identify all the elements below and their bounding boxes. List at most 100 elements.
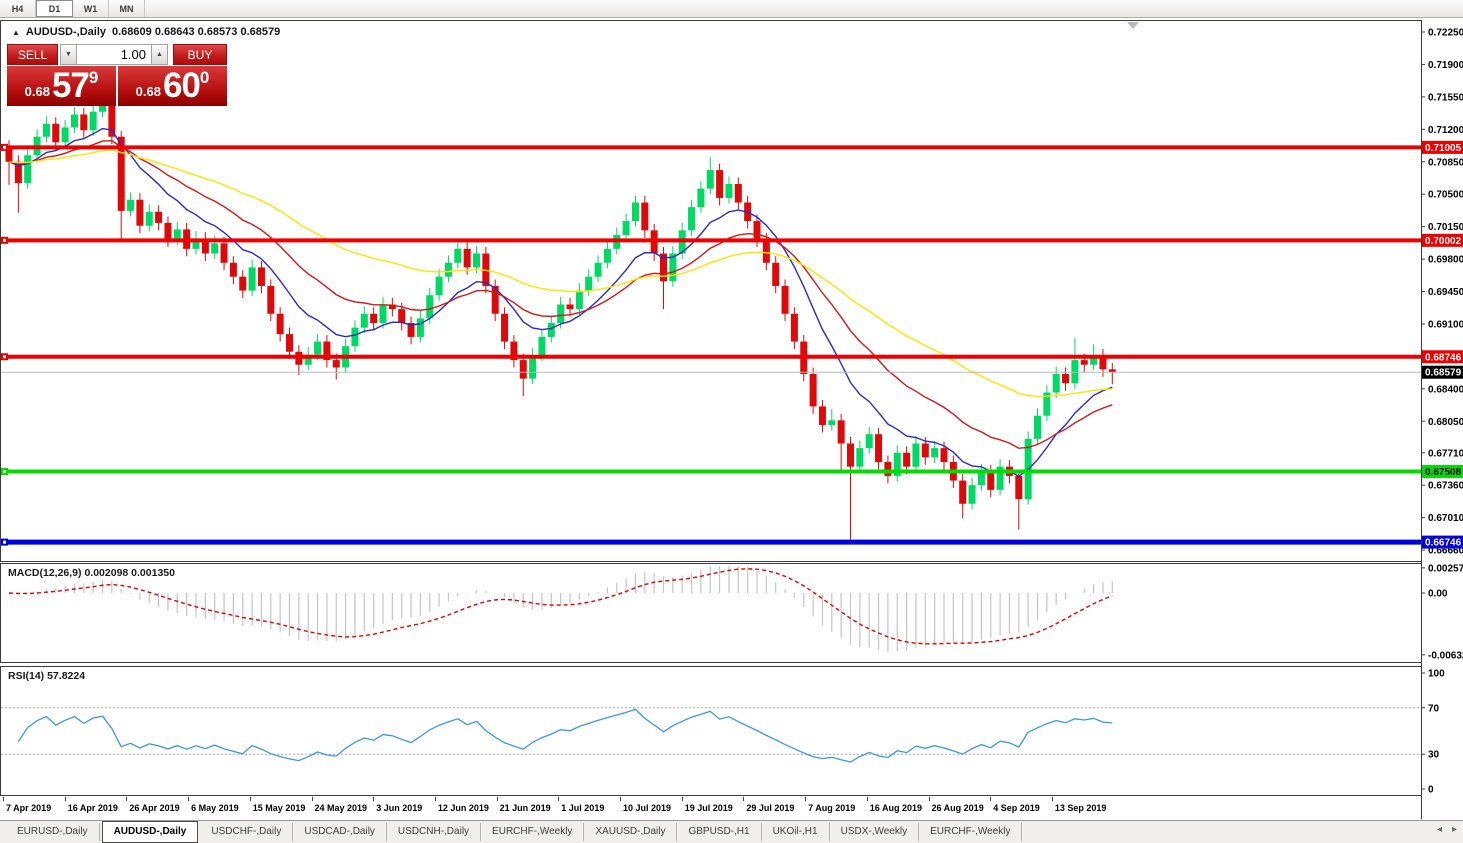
date-tick xyxy=(928,797,930,801)
candlestick-series xyxy=(5,98,1116,540)
date-tick xyxy=(64,797,66,801)
ohlc-quotes: 0.68609 0.68643 0.68573 0.68579 xyxy=(112,26,281,38)
tab-scroll-nav: ◂ ▸ xyxy=(1437,824,1457,835)
volume-input[interactable] xyxy=(77,44,151,65)
date-label: 3 Jun 2019 xyxy=(376,803,423,813)
scale-label: 0 xyxy=(1428,785,1434,796)
scale-label: 0.71550 xyxy=(1428,92,1463,103)
date-label: 7 Aug 2019 xyxy=(808,803,856,813)
tab-eurchf-weekly[interactable]: EURCHF-,Weekly xyxy=(919,823,1023,841)
scale-label: 0.69100 xyxy=(1428,319,1463,330)
scale-label: 0.69450 xyxy=(1428,287,1463,298)
buy-button[interactable]: BUY xyxy=(173,44,227,65)
scale-label: -0.006326 xyxy=(1428,650,1463,661)
date-tick xyxy=(434,797,436,801)
scale-label: 0.68400 xyxy=(1428,384,1463,395)
sell-price-display[interactable]: 0.68 57 9 xyxy=(7,66,116,106)
date-label: 6 May 2019 xyxy=(191,803,239,813)
date-label: 7 Apr 2019 xyxy=(6,803,52,813)
date-tick xyxy=(866,797,868,801)
svg-text:0.67508: 0.67508 xyxy=(1425,467,1462,478)
tab-xauusd-daily[interactable]: XAUUSD-,Daily xyxy=(584,823,678,841)
date-label: 26 Apr 2019 xyxy=(129,803,180,813)
buy-price-display[interactable]: 0.68 60 0 xyxy=(118,66,227,106)
one-click-trade-widget: SELL ▼ ▲ BUY 0.68 57 9 0.68 60 0 xyxy=(7,44,227,106)
svg-text:0.68746: 0.68746 xyxy=(1425,352,1462,363)
ma-line-21 xyxy=(8,139,1113,449)
buy-price-pips: 60 xyxy=(162,66,201,105)
date-tick xyxy=(743,797,745,801)
scale-label: 70 xyxy=(1428,703,1440,714)
volume-increase-button[interactable]: ▲ xyxy=(151,44,168,65)
svg-text:0.66746: 0.66746 xyxy=(1425,538,1462,549)
tab-usdcnh-daily[interactable]: USDCNH-,Daily xyxy=(387,823,482,841)
date-label: 13 Sep 2019 xyxy=(1054,803,1107,813)
tab-eurchf-weekly[interactable]: EURCHF-,Weekly xyxy=(481,823,585,841)
date-label: 16 Aug 2019 xyxy=(869,803,922,813)
date-tick xyxy=(249,797,251,801)
tab-usdchf-daily[interactable]: USDCHF-,Daily xyxy=(200,823,294,841)
date-tick xyxy=(373,797,375,801)
macd-name: MACD(12,26,9) xyxy=(8,567,82,579)
sell-price-pips: 57 xyxy=(51,66,90,105)
date-tick xyxy=(126,797,128,801)
tab-scroll-left-icon[interactable]: ◂ xyxy=(1437,824,1442,835)
scale-label: 0.67360 xyxy=(1428,481,1463,492)
macd-values: 0.002098 0.001350 xyxy=(84,567,175,579)
date-label: 26 Aug 2019 xyxy=(931,803,984,813)
symbol-title: AUDUSD-,Daily xyxy=(25,26,106,38)
date-tick xyxy=(805,797,807,801)
date-label: 29 Jul 2019 xyxy=(746,803,795,813)
rsi-label: RSI(14) 57.8224 xyxy=(8,670,85,682)
scale-label: 0.70150 xyxy=(1428,222,1463,233)
date-tick xyxy=(496,797,498,801)
scale-label: 0.68050 xyxy=(1428,417,1463,428)
tab-eurusd-daily[interactable]: EURUSD-,Daily xyxy=(6,823,100,841)
date-tick xyxy=(558,797,560,801)
scale-label: 0.71900 xyxy=(1428,60,1463,71)
date-label: 15 May 2019 xyxy=(252,803,306,813)
date-tick xyxy=(620,797,621,801)
sell-button[interactable]: SELL xyxy=(7,44,58,65)
date-tick xyxy=(990,797,992,801)
buy-price-point: 0 xyxy=(199,68,210,87)
scale-label: 100 xyxy=(1428,669,1445,680)
tab-usdx-weekly[interactable]: USDX-,Weekly xyxy=(830,823,920,841)
scale-label: 0.71200 xyxy=(1428,125,1463,136)
date-label: 12 Jun 2019 xyxy=(437,803,489,813)
scale-label: 0.67710 xyxy=(1428,448,1463,459)
sell-price-point: 9 xyxy=(88,68,99,87)
svg-text:0.71005: 0.71005 xyxy=(1425,143,1462,154)
scale-label: 0.69800 xyxy=(1428,255,1463,266)
scale-label: 0.70850 xyxy=(1428,157,1463,168)
scale-label: 0.67010 xyxy=(1428,513,1463,524)
date-label: 24 May 2019 xyxy=(314,803,368,813)
tab-usdcad-daily[interactable]: USDCAD-,Daily xyxy=(293,823,387,841)
ma-line-45 xyxy=(8,149,1113,398)
collapse-icon[interactable]: ▲ xyxy=(12,28,20,37)
date-tick xyxy=(1051,797,1053,801)
chart-shift-marker-icon xyxy=(1127,22,1139,29)
date-label: 16 Apr 2019 xyxy=(67,803,118,813)
volume-decrease-button[interactable]: ▼ xyxy=(60,44,77,65)
scale-label: 0.72250 xyxy=(1428,28,1463,39)
symbol-tab-bar: EURUSD-,Daily AUDUSD-,Daily USDCHF-,Daily U… xyxy=(0,820,1463,843)
date-label: 1 Jul 2019 xyxy=(561,803,605,813)
scale-label: 0.70500 xyxy=(1428,190,1463,201)
tab-ukoil-h1[interactable]: UKOil-,H1 xyxy=(762,823,830,841)
tab-gbpusd-h1[interactable]: GBPUSD-,H1 xyxy=(677,823,762,841)
date-label: 4 Sep 2019 xyxy=(993,803,1040,813)
chart-header: ▲ AUDUSD-,Daily 0.68609 0.68643 0.68573 … xyxy=(12,26,280,38)
buy-price-base: 0.68 xyxy=(135,83,161,99)
chart-canvas: 0.72250 0.71900 0.71550 0.71200 0.70850 0.705… xyxy=(1,20,1463,819)
date-tick xyxy=(311,797,313,801)
tab-audusd-daily[interactable]: AUDUSD-,Daily xyxy=(101,821,199,843)
date-label: 21 Jun 2019 xyxy=(499,803,551,813)
date-tick xyxy=(3,797,4,801)
tab-scroll-right-icon[interactable]: ▸ xyxy=(1452,824,1457,835)
scale-label: 0.00 xyxy=(1428,589,1448,600)
scale-label: 0.002574 xyxy=(1428,563,1463,574)
macd-signal-line xyxy=(8,568,1113,645)
svg-text:0.68579: 0.68579 xyxy=(1425,368,1462,379)
svg-text:0.70002: 0.70002 xyxy=(1425,236,1462,247)
